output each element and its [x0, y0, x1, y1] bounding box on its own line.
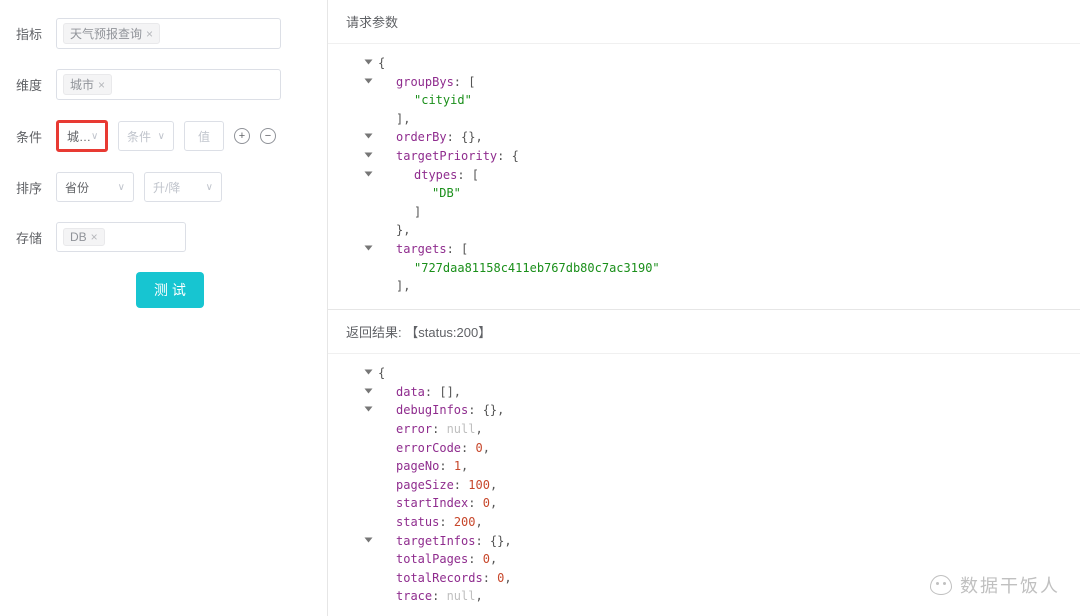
- chevron-down-icon: ∨: [206, 182, 213, 193]
- response-section: 返回结果: 【status:200】 {data: [],debugInfos:…: [328, 310, 1080, 616]
- expand-toggle-icon[interactable]: [365, 537, 373, 542]
- close-icon[interactable]: ×: [146, 27, 153, 41]
- condition-field-select[interactable]: 城… ∨: [56, 120, 108, 152]
- storage-label: 存储: [16, 228, 56, 247]
- result-panel: 请求参数 {groupBys: ["cityid"],orderBy: {},t…: [328, 0, 1080, 616]
- indicator-input[interactable]: 天气预报查询 ×: [56, 18, 281, 49]
- chevron-down-icon: ∨: [91, 131, 98, 142]
- condition-inputs: 城… ∨ 条件 ∨ 值 + −: [56, 120, 276, 152]
- indicator-tag-text: 天气预报查询: [70, 25, 142, 42]
- indicator-row: 指标 天气预报查询 ×: [16, 18, 311, 49]
- response-json-viewer[interactable]: {data: [],debugInfos: {},error: null,err…: [328, 354, 1080, 616]
- sort-field-select[interactable]: 省份 ∨: [56, 172, 134, 202]
- response-header: 返回结果: 【status:200】: [328, 310, 1080, 354]
- storage-tag[interactable]: DB ×: [63, 228, 105, 246]
- sort-inputs: 省份 ∨ 升/降 ∨: [56, 172, 222, 202]
- chevron-down-icon: ∨: [158, 131, 165, 142]
- remove-condition-icon[interactable]: −: [260, 128, 276, 144]
- sort-field-value: 省份: [65, 179, 89, 196]
- expand-toggle-icon[interactable]: [365, 407, 373, 412]
- condition-operator-placeholder: 条件: [127, 128, 151, 145]
- test-button[interactable]: 测 试: [136, 272, 204, 308]
- indicator-label: 指标: [16, 24, 56, 43]
- expand-toggle-icon[interactable]: [365, 370, 373, 375]
- dimension-input[interactable]: 城市 ×: [56, 69, 281, 100]
- add-condition-icon[interactable]: +: [234, 128, 250, 144]
- condition-value-input[interactable]: 值: [184, 121, 224, 151]
- query-form-panel: 指标 天气预报查询 × 维度 城市 × 条件 城…: [0, 0, 328, 616]
- storage-input[interactable]: DB ×: [56, 222, 186, 252]
- sort-direction-placeholder: 升/降: [153, 179, 180, 196]
- expand-toggle-icon[interactable]: [365, 388, 373, 393]
- dimension-tag[interactable]: 城市 ×: [63, 74, 112, 95]
- close-icon[interactable]: ×: [91, 230, 98, 244]
- sort-label: 排序: [16, 178, 56, 197]
- storage-row: 存储 DB ×: [16, 222, 311, 252]
- chevron-down-icon: ∨: [118, 182, 125, 193]
- indicator-tag[interactable]: 天气预报查询 ×: [63, 23, 160, 44]
- request-json-viewer[interactable]: {groupBys: ["cityid"],orderBy: {},target…: [328, 44, 1080, 309]
- sort-row: 排序 省份 ∨ 升/降 ∨: [16, 172, 311, 202]
- dimension-row: 维度 城市 ×: [16, 69, 311, 100]
- request-section: 请求参数 {groupBys: ["cityid"],orderBy: {},t…: [328, 0, 1080, 310]
- dimension-tag-text: 城市: [70, 76, 94, 93]
- condition-row: 条件 城… ∨ 条件 ∨ 值 + −: [16, 120, 311, 152]
- condition-label: 条件: [16, 127, 56, 146]
- condition-value-placeholder: 值: [198, 128, 210, 145]
- app-root: 指标 天气预报查询 × 维度 城市 × 条件 城…: [0, 0, 1080, 616]
- close-icon[interactable]: ×: [98, 78, 105, 92]
- dimension-label: 维度: [16, 75, 56, 94]
- response-header-prefix: 返回结果:: [346, 325, 405, 340]
- expand-toggle-icon[interactable]: [365, 152, 373, 157]
- condition-operator-select[interactable]: 条件 ∨: [118, 121, 174, 151]
- request-header: 请求参数: [328, 0, 1080, 44]
- response-header-status: 【status:200】: [405, 325, 491, 340]
- condition-field-value: 城…: [67, 128, 91, 145]
- expand-toggle-icon[interactable]: [365, 171, 373, 176]
- storage-tag-text: DB: [70, 230, 87, 244]
- expand-toggle-icon[interactable]: [365, 78, 373, 83]
- sort-direction-select[interactable]: 升/降 ∨: [144, 172, 222, 202]
- expand-toggle-icon[interactable]: [365, 245, 373, 250]
- expand-toggle-icon[interactable]: [365, 60, 373, 65]
- expand-toggle-icon[interactable]: [365, 134, 373, 139]
